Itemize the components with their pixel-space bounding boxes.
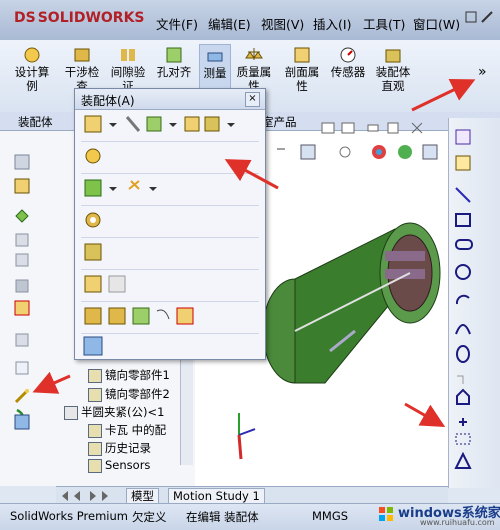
arrow-ribbon-more — [411, 79, 476, 112]
arrow-right-tool — [404, 402, 446, 427]
arrow-left-tool — [32, 371, 71, 394]
arrow-popup-row — [224, 159, 279, 190]
annotation-arrows — [32, 79, 476, 427]
